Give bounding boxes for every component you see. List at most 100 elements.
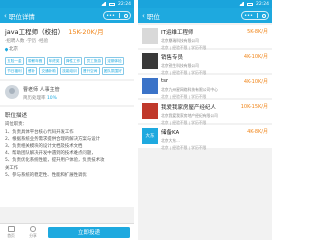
status-bar: 22:24 [138, 0, 272, 8]
home-label: 首页 [7, 232, 15, 238]
description-line: 5、负责优化系统性能，提升用户体验，负责技术攻 [5, 158, 105, 164]
recruiter-name: 曹老师 [23, 87, 39, 94]
stat-value: 10% [46, 96, 57, 102]
bottom-action-bar: 首页 分享 立即投递 [0, 223, 134, 240]
close-icon[interactable] [123, 13, 128, 18]
job-meta: 北京 | 经验不限 | 学历不限 [161, 144, 207, 150]
job-salary: 10K-15K/月 [240, 104, 268, 110]
company-logo [142, 53, 158, 69]
job-meta: 北京 | 经验不限 | 学历不限 [161, 93, 207, 99]
benefit-tag: 五险一金 [5, 57, 24, 66]
job-title: 我爱我家房屋产经纪人 [161, 105, 217, 111]
home-icon [7, 225, 15, 232]
job-title: 销售专员 [161, 55, 184, 61]
recruiter-info: 曹老师 人事主管 [23, 86, 60, 93]
description-line: 岗位职责： [5, 122, 27, 128]
job-title: 储备KA [161, 130, 180, 136]
job-list-item[interactable]: IT运维工程师 5K-8K/月 北京鼎瑞科技有限公司 北京 | 经验不限 | 学… [138, 25, 272, 50]
benefit-tag: 年终奖 [46, 57, 62, 66]
job-salary: 4K-10K/月 [243, 54, 268, 60]
company-logo [142, 78, 158, 94]
share-button[interactable]: 分享 [22, 225, 44, 239]
description-line: 4、帮助团队解决开发中遇到的技术难点问题， [5, 151, 96, 157]
job-salary: 5K-8K/月 [247, 29, 268, 35]
share-label: 分享 [29, 232, 37, 238]
location-pin-icon [4, 46, 9, 52]
nav-bar: ‹ 职位 ••• [138, 8, 272, 23]
description-line: 2、根据系统业务需求提供合理的解决方案与设计 [5, 136, 100, 142]
recruiter-title: 人事主管 [39, 87, 60, 94]
benefit-tag: 定期体检 [105, 57, 124, 66]
company-logo [142, 28, 158, 44]
job-detail-screen: 22:24 ‹ 职位详情 ••• java工程师（校招） 15K-20K/月 ·… [0, 0, 134, 240]
capsule-divider [257, 13, 258, 18]
page-title: 职位详情 [8, 12, 35, 21]
share-icon [30, 225, 36, 232]
company-name: 北京锐生科技有限公司 [161, 62, 199, 68]
page-title: 职位 [146, 12, 160, 21]
benefit-tag: 交通补助 [39, 67, 59, 76]
miniprogram-capsule: ••• [241, 11, 269, 20]
company-name: 北京鼎瑞科技有限公司 [161, 37, 199, 43]
status-time: 22:24 [118, 1, 131, 7]
signal-icon [238, 2, 245, 6]
close-icon[interactable] [261, 13, 266, 18]
location-text: 北京 [9, 47, 18, 52]
more-icon[interactable]: ••• [106, 13, 115, 19]
miniprogram-capsule: ••• [103, 11, 131, 20]
benefit-tag: 节日福利 [5, 67, 24, 76]
job-list-item[interactable]: 我爱我家房屋产经纪人 10K-15K/月 北京我爱我家房地产经纪有限公司 北京 … [138, 100, 272, 125]
job-list-item[interactable]: 销售专员 4K-10K/月 北京锐生科技有限公司 北京 | 经验不限 | 学历不… [138, 50, 272, 75]
job-header-card: java工程师（校招） 15K-20K/月 ·招聘人数 ·学历 ·经验 北京 五… [0, 23, 134, 80]
benefit-tag: 员工旅游 [84, 57, 104, 66]
benefit-tag: 技能培训 [60, 67, 79, 76]
job-description: 职位描述 岗位职责： 1、负责具体平台核心代码开发工作 2、根据系统业务需求提供… [0, 107, 134, 208]
job-meta: 北京 | 经验不限 | 学历不限 [161, 44, 207, 50]
capsule-divider [119, 13, 120, 18]
benefit-tag: 带薪年假 [25, 57, 45, 66]
job-title: java工程师（校招） 15K-20K/月 [5, 26, 129, 36]
job-meta: 北京 | 经验不限 | 学历不限 [161, 69, 207, 75]
company-name: 北京我爱我家房地产经纪有限公司 [161, 112, 218, 118]
status-bar: 22:24 [0, 0, 134, 8]
job-list-screen: 22:24 ‹ 职位 ••• IT运维工程师 5K-8K/月 北京鼎瑞科技有限公… [138, 0, 272, 240]
company-name: 北京九州星网络科技有限公司中心 [161, 86, 218, 92]
home-button[interactable]: 首页 [0, 225, 22, 239]
status-time: 22:24 [256, 1, 269, 7]
job-meta: ·招聘人数 ·学历 ·经验 [5, 39, 49, 44]
recruiter-stat: 简历处理率 10% [23, 95, 60, 101]
description-heading: 职位描述 [5, 113, 28, 120]
recruiter-avatar [5, 85, 19, 100]
company-logo [142, 103, 158, 119]
company-name: 北京大东... [161, 137, 180, 143]
description-line: 关工作 [5, 165, 19, 171]
job-salary: 15K-20K/月 [68, 28, 104, 36]
nav-bar: ‹ 职位详情 ••• [0, 8, 134, 23]
job-list: IT运维工程师 5K-8K/月 北京鼎瑞科技有限公司 北京 | 经验不限 | 学… [138, 23, 272, 150]
benefit-tag: 晋升空间 [80, 67, 100, 76]
company-logo: 大东 [142, 128, 158, 144]
job-location: 北京 [4, 46, 129, 52]
back-icon[interactable]: ‹ [4, 12, 7, 20]
recruiter-card[interactable]: 曹老师 人事主管 简历处理率 10% [0, 81, 134, 106]
description-line: 5、参与系统的稳定性、性能和扩展性调优 [5, 172, 87, 178]
benefit-tag: 餐补 [25, 67, 38, 76]
job-title-text: java工程师（校招） [5, 28, 65, 36]
stat-label: 简历处理率 [23, 96, 46, 102]
job-title: tsr [161, 78, 169, 84]
battery-icon [247, 2, 254, 6]
job-list-item[interactable]: 大东 储备KA 4K-8K/月 北京大东... 北京 | 经验不限 | 学历不限 [138, 125, 272, 150]
apply-button[interactable]: 立即投递 [48, 226, 130, 238]
job-title: IT运维工程师 [161, 30, 194, 36]
job-salary: 4K-8K/月 [247, 129, 268, 135]
description-line: 1、负责具体平台核心代码开发工作 [5, 129, 74, 135]
benefit-tag: 弹性工作 [63, 57, 83, 66]
signal-icon [100, 2, 107, 6]
back-icon[interactable]: ‹ [142, 12, 145, 20]
battery-icon [109, 2, 116, 6]
benefit-tag: 团队氛围好 [101, 67, 124, 76]
job-meta: 北京 | 经验不限 | 学历不限 [161, 119, 207, 125]
more-icon[interactable]: ••• [244, 13, 253, 19]
job-list-item[interactable]: tsr 4K-10K/月 北京九州星网络科技有限公司中心 北京 | 经验不限 |… [138, 75, 272, 99]
description-line: 3、负责相关模块的设计文档及技术文档 [5, 143, 83, 149]
